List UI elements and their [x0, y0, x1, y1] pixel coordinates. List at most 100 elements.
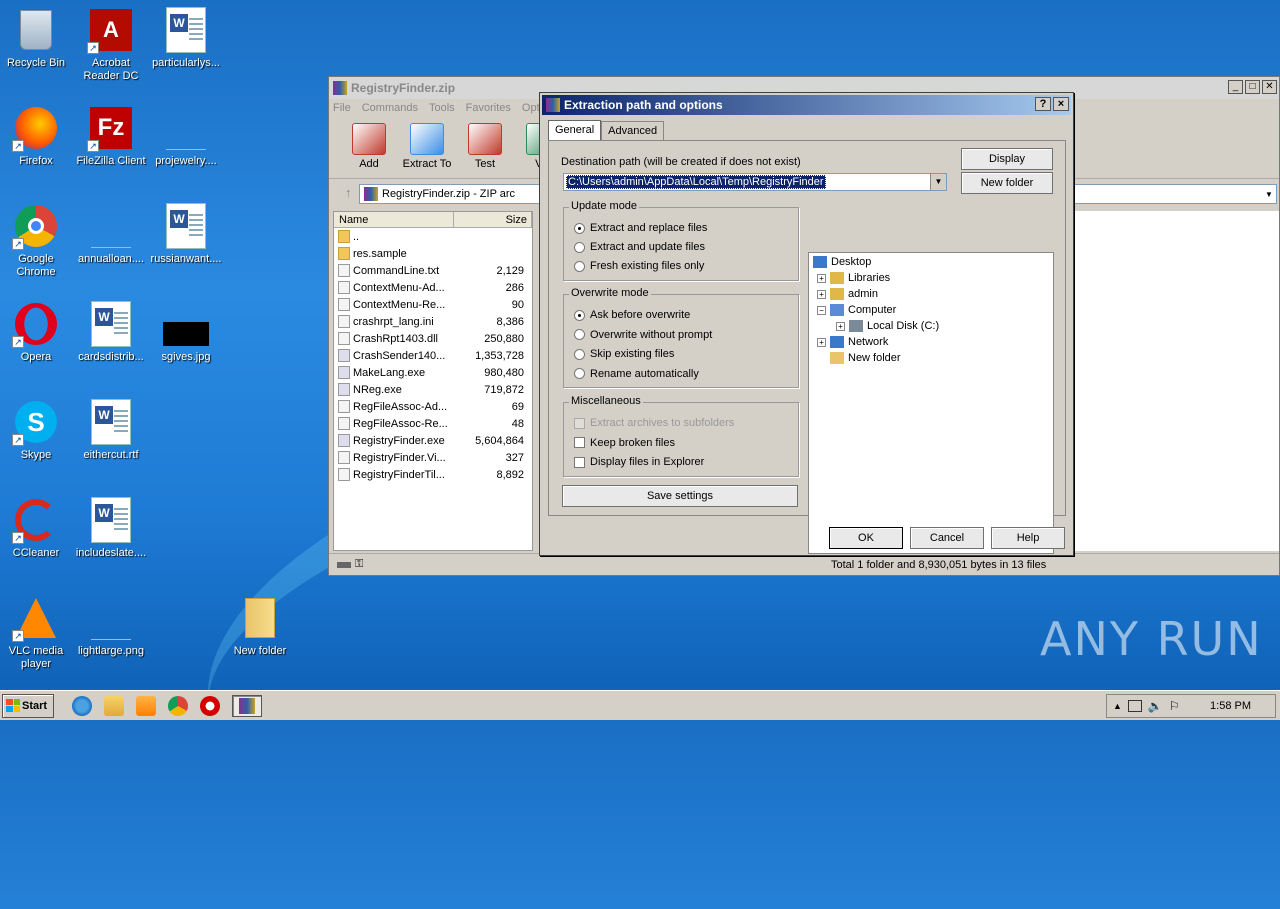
file-row[interactable]: ContextMenu-Ad... 286 — [334, 279, 532, 296]
checkbox[interactable] — [574, 456, 585, 468]
network-icon[interactable] — [1127, 700, 1142, 712]
column-name[interactable]: Name — [334, 212, 454, 227]
desktop-icon[interactable]: ↗ Opera — [0, 300, 74, 364]
menu-item-favorites[interactable]: Favorites — [466, 102, 511, 114]
desktop-icon[interactable]: Recycle Bin — [0, 6, 74, 70]
desktop-icon[interactable]: ↗ Google Chrome — [0, 202, 74, 279]
close-button[interactable]: ✕ — [1262, 80, 1277, 94]
file-row[interactable]: .. — [334, 228, 532, 245]
file-row[interactable]: crashrpt_lang.ini 8,386 — [334, 313, 532, 330]
tree-node[interactable]: Desktop — [813, 256, 871, 268]
toolbar-extract-to-button[interactable]: Extract To — [401, 117, 453, 178]
tree-node[interactable]: + Libraries — [817, 272, 890, 284]
overwrite-mode-option[interactable]: Skip existing files — [574, 348, 674, 360]
desktop-icon[interactable]: cardsdistrib... — [73, 300, 149, 364]
chevron-up-icon[interactable]: ▲ — [1113, 701, 1122, 711]
desktop-icon[interactable]: projewelry.... — [148, 104, 224, 168]
overwrite-mode-option[interactable]: Ask before overwrite — [574, 309, 690, 321]
tree-node[interactable]: New folder — [817, 352, 901, 364]
misc-option[interactable]: Keep broken files — [574, 437, 675, 449]
desktop-icon[interactable]: ↗ Firefox — [0, 104, 74, 168]
chrome-icon[interactable] — [168, 695, 188, 716]
file-row[interactable]: RegistryFinder.Vi... 327 — [334, 449, 532, 466]
tab-advanced[interactable]: Advanced — [601, 121, 665, 141]
new-folder-button[interactable]: New folder — [961, 172, 1053, 194]
tree-node[interactable]: + Local Disk (C:) — [836, 320, 939, 332]
destination-path-input[interactable]: C:\Users\admin\AppData\Local\Temp\Regist… — [563, 173, 947, 191]
display-button[interactable]: Display — [961, 148, 1053, 170]
menu-item-tools[interactable]: Tools — [429, 102, 455, 114]
up-arrow-icon[interactable]: ↑ — [345, 185, 352, 200]
ok-button[interactable]: OK — [829, 527, 903, 549]
address-dropdown-icon[interactable]: ▼ — [1262, 190, 1276, 199]
desktop-icon[interactable]: Fz ↗ FileZilla Client — [73, 104, 149, 168]
desktop-icon[interactable]: russianwant.... — [148, 202, 224, 266]
minimize-button[interactable]: _ — [1228, 80, 1243, 94]
menu-item-opt[interactable]: Opt — [522, 102, 540, 114]
update-mode-option[interactable]: Extract and update files — [574, 241, 705, 253]
dialog-title-bar[interactable]: Extraction path and options ? × — [542, 95, 1071, 115]
file-row[interactable]: RegistryFinderTil... 8,892 — [334, 466, 532, 483]
maximize-button[interactable]: □ — [1245, 80, 1260, 94]
taskbar-winrar-button[interactable] — [232, 694, 262, 717]
file-explorer-icon[interactable] — [104, 695, 124, 716]
radio-button[interactable] — [574, 329, 585, 340]
media-player-icon[interactable] — [136, 695, 156, 716]
menu-item-file[interactable]: File — [333, 102, 351, 114]
expand-icon[interactable]: + — [836, 321, 845, 331]
chevron-down-icon[interactable]: ▼ — [930, 174, 946, 190]
radio-button[interactable] — [574, 222, 585, 234]
start-button[interactable]: Start — [2, 693, 54, 718]
toolbar-add-button[interactable]: Add — [343, 117, 395, 178]
internet-explorer-icon[interactable] — [72, 695, 92, 716]
close-button[interactable]: × — [1053, 97, 1069, 111]
tab-general[interactable]: General — [548, 120, 602, 140]
update-mode-option[interactable]: Fresh existing files only — [574, 260, 704, 272]
file-row[interactable]: CrashRpt1403.dll 250,880 — [334, 330, 532, 347]
misc-option[interactable]: Display files in Explorer — [574, 456, 704, 468]
desktop-icon[interactable]: A ↗ Acrobat Reader DC — [73, 6, 149, 83]
desktop-icon[interactable]: S ↗ Skype — [0, 398, 74, 462]
expand-icon[interactable]: + — [817, 273, 826, 283]
file-row[interactable]: ContextMenu-Re... 90 — [334, 296, 532, 313]
clock[interactable]: 1:58 PM — [1210, 700, 1251, 712]
desktop-icon[interactable]: eithercut.rtf — [73, 398, 149, 462]
collapse-icon[interactable]: − — [817, 305, 826, 315]
tree-node[interactable]: − Computer — [817, 304, 896, 316]
radio-button[interactable] — [574, 348, 585, 360]
update-mode-option[interactable]: Extract and replace files — [574, 222, 707, 234]
cancel-button[interactable]: Cancel — [910, 527, 984, 549]
expand-icon[interactable]: + — [817, 337, 826, 347]
file-row[interactable]: RegFileAssoc-Ad... 69 — [334, 398, 532, 415]
file-row[interactable]: RegFileAssoc-Re... 48 — [334, 415, 532, 432]
radio-button[interactable] — [574, 260, 585, 272]
desktop-icon[interactable]: lightlarge.png — [73, 594, 149, 658]
file-row[interactable]: RegistryFinder.exe 5,604,864 — [334, 432, 532, 449]
file-row[interactable]: NReg.exe 719,872 — [334, 381, 532, 398]
radio-button[interactable] — [574, 368, 585, 379]
desktop-icon[interactable]: annualloan.... — [73, 202, 149, 266]
desktop-icon[interactable]: particularlys... — [148, 6, 224, 70]
tree-node[interactable]: + admin — [817, 288, 878, 300]
file-row[interactable]: CrashSender140... 1,353,728 — [334, 347, 532, 364]
help-text-button[interactable]: Help — [991, 527, 1065, 549]
overwrite-mode-option[interactable]: Rename automatically — [574, 368, 699, 380]
radio-button[interactable] — [574, 241, 585, 253]
save-settings-button[interactable]: Save settings — [562, 485, 798, 507]
flag-notification-icon[interactable]: ⚐ — [1169, 699, 1180, 713]
help-button[interactable]: ? — [1035, 97, 1051, 111]
menu-item-commands[interactable]: Commands — [362, 102, 418, 114]
column-size[interactable]: Size — [454, 212, 532, 227]
desktop-icon[interactable]: sgives.jpg — [148, 300, 224, 364]
checkbox[interactable] — [574, 437, 585, 448]
desktop-icon[interactable]: ↗ CCleaner — [0, 496, 74, 560]
expand-icon[interactable]: + — [817, 289, 826, 299]
toolbar-test-button[interactable]: Test — [459, 117, 511, 178]
file-row[interactable]: MakeLang.exe 980,480 — [334, 364, 532, 381]
desktop-icon[interactable]: ↗ VLC media player — [0, 594, 74, 671]
volume-icon[interactable]: 🔈 — [1148, 699, 1163, 713]
desktop-icon[interactable]: includeslate.... — [73, 496, 149, 560]
overwrite-mode-option[interactable]: Overwrite without prompt — [574, 329, 712, 341]
radio-button[interactable] — [574, 309, 585, 321]
desktop-icon[interactable]: New folder — [222, 594, 298, 658]
